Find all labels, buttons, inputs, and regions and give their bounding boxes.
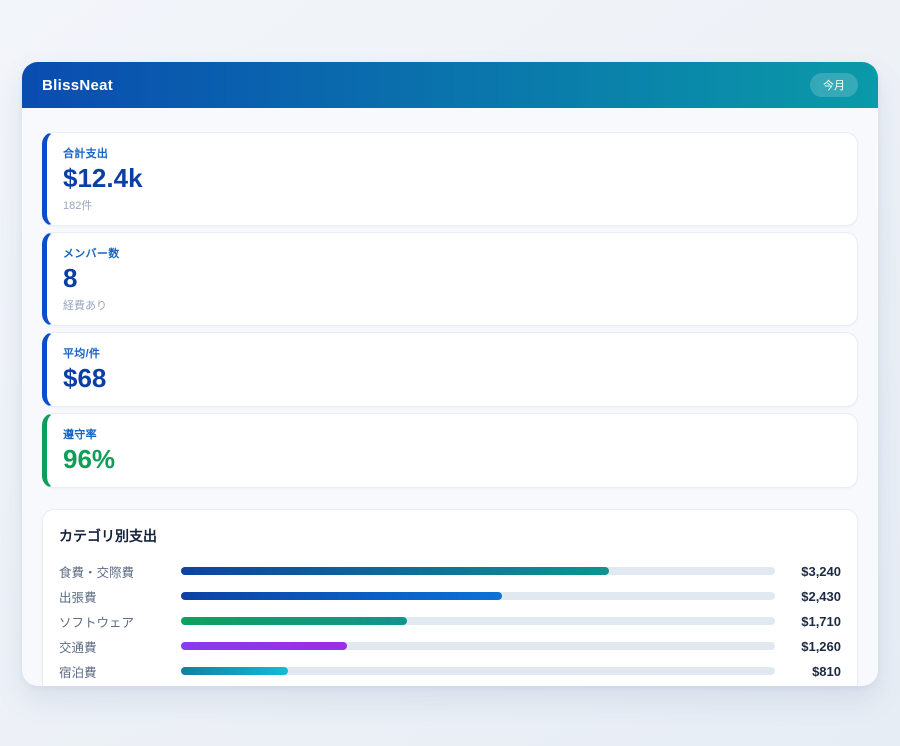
category-breakdown-card: カテゴリ別支出 食費・交際費 $3,240 出張費 $2,430 ソフトウェア <box>42 509 858 686</box>
category-bar-fill <box>181 592 502 600</box>
category-row: 交通費 $1,260 <box>59 634 841 659</box>
category-label: 食費・交際費 <box>59 562 181 581</box>
period-badge[interactable]: 今月 <box>810 73 858 97</box>
stat-card-member-count: メンバー数 8 経費あり <box>42 232 858 326</box>
category-value: $2,430 <box>775 589 841 604</box>
bar-track <box>181 617 775 625</box>
category-value: $1,260 <box>775 639 841 654</box>
category-row: 出張費 $2,430 <box>59 584 841 609</box>
category-row: ソフトウェア $1,710 <box>59 609 841 634</box>
stat-value: $68 <box>63 364 839 394</box>
category-row: 食費・交際費 $3,240 <box>59 559 841 584</box>
stat-card-average-per-item: 平均/件 $68 <box>42 332 858 407</box>
category-label: 出張費 <box>59 587 181 606</box>
category-bar-fill <box>181 642 347 650</box>
category-bar-fill <box>181 617 407 625</box>
stat-label: 遵守率 <box>63 426 839 442</box>
stat-value: 96% <box>63 445 839 475</box>
bar-track <box>181 567 775 575</box>
stat-label: 合計支出 <box>63 145 839 161</box>
bar-track <box>181 667 775 675</box>
dashboard-content: 合計支出 $12.4k 182件 メンバー数 8 経費あり 平均/件 $68 遵… <box>22 108 878 686</box>
stat-subtext: 経費あり <box>63 297 839 313</box>
stat-card-total-spend: 合計支出 $12.4k 182件 <box>42 132 858 226</box>
category-label: 宿泊費 <box>59 662 181 681</box>
stat-value: $12.4k <box>63 164 839 194</box>
category-value: $1,710 <box>775 614 841 629</box>
app-header: BlissNeat 今月 <box>22 62 878 108</box>
bar-track <box>181 592 775 600</box>
stat-card-compliance-rate: 遵守率 96% <box>42 413 858 488</box>
stat-label: メンバー数 <box>63 245 839 261</box>
app-title: BlissNeat <box>42 77 113 94</box>
stat-subtext: 182件 <box>63 197 839 213</box>
category-row: 宿泊費 $810 <box>59 659 841 684</box>
stat-label: 平均/件 <box>63 345 839 361</box>
bar-track <box>181 642 775 650</box>
category-card-title: カテゴリ別支出 <box>59 526 841 546</box>
category-value: $3,240 <box>775 564 841 579</box>
category-bar-fill <box>181 567 609 575</box>
category-bar-fill <box>181 667 288 675</box>
category-label: ソフトウェア <box>59 612 181 631</box>
category-label: 交通費 <box>59 637 181 656</box>
category-value: $810 <box>775 664 841 679</box>
stat-value: 8 <box>63 264 839 294</box>
app-window: BlissNeat 今月 合計支出 $12.4k 182件 メンバー数 8 経費… <box>22 62 878 686</box>
